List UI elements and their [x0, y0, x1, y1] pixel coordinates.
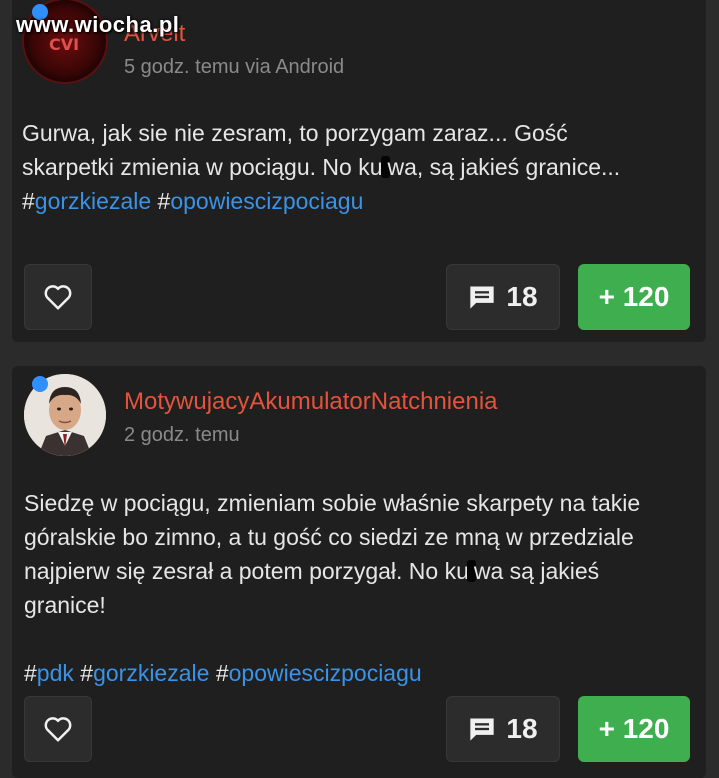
- upvote-button[interactable]: + 120: [578, 264, 690, 330]
- heart-outline-icon: [44, 717, 72, 742]
- hashtag-link[interactable]: opowiescizpociagu: [170, 188, 363, 214]
- like-button[interactable]: [24, 696, 92, 762]
- hashtag-link[interactable]: gorzkiezale: [93, 660, 209, 686]
- post-card-1: CVI Arvelt 5 godz. temu via Android Gurw…: [12, 0, 706, 342]
- post-time-meta: 5 godz. temu via Android: [124, 56, 345, 78]
- post-username[interactable]: MotywujacyAkumulatorNatchnienia: [124, 388, 498, 416]
- comments-button[interactable]: 18: [446, 264, 560, 330]
- heart-outline-icon: [44, 285, 72, 310]
- online-indicator: [32, 376, 48, 392]
- hashtag-link[interactable]: pdk: [37, 660, 74, 686]
- like-button[interactable]: [24, 264, 92, 330]
- post-body: Siedzę w pociągu, zmieniam sobie właśnie…: [24, 490, 641, 686]
- comment-bubble-icon: [470, 718, 495, 741]
- post-time-meta: 2 godz. temu: [124, 424, 240, 446]
- hashtag-link[interactable]: opowiescizpociagu: [229, 660, 422, 686]
- post-text-part-2: wa, są jakieś granice...: [387, 154, 621, 180]
- post-card-2: MotywujacyAkumulatorNatchnienia 2 godz. …: [12, 366, 706, 778]
- site-watermark: www.wiocha.pl: [16, 12, 180, 37]
- hashtag-link[interactable]: gorzkiezale: [35, 188, 151, 214]
- comment-count: 18: [506, 713, 538, 744]
- comments-button[interactable]: 18: [446, 696, 560, 762]
- comment-count: 18: [506, 281, 538, 312]
- post-body: Gurwa, jak sie nie zesram, to porzygam z…: [22, 120, 621, 214]
- upvote-button[interactable]: + 120: [578, 696, 690, 762]
- comment-bubble-icon: [470, 286, 495, 309]
